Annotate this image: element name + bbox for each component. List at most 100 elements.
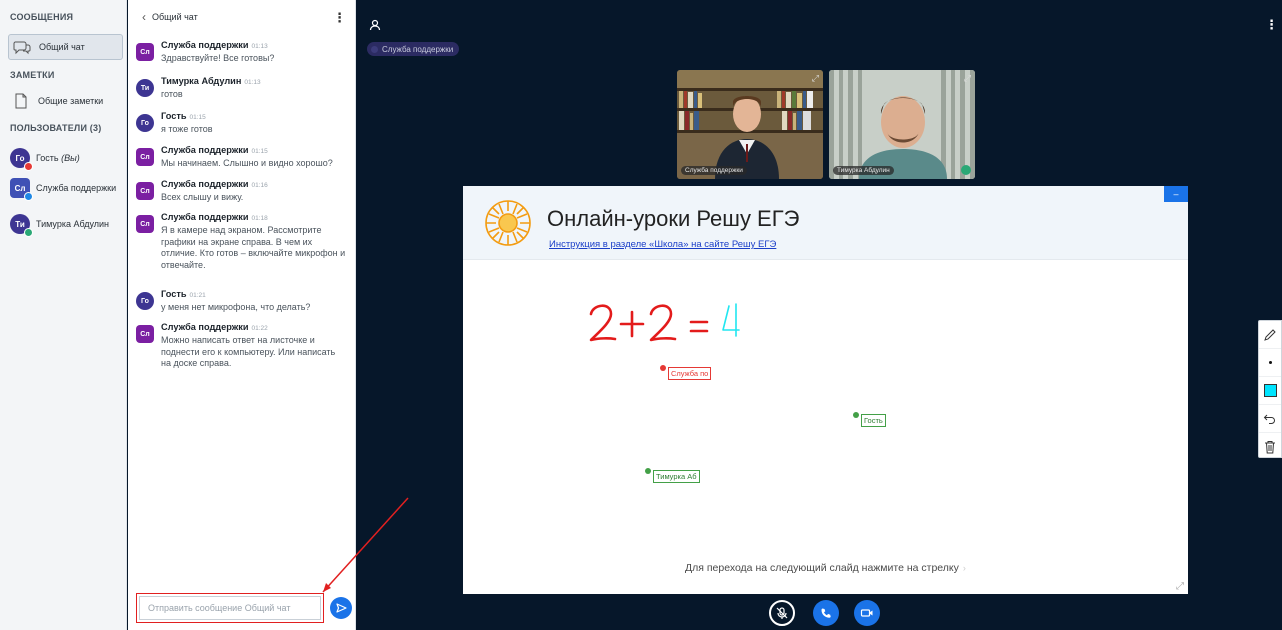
chat-message: Сл Служба поддержки 01:18 Я в камере над … — [136, 212, 352, 272]
user-list-item[interactable]: Сл Служба поддержки — [10, 176, 127, 201]
chat-message: Го Гость 01:15 я тоже готов — [136, 111, 352, 136]
avatar: Ти — [136, 79, 154, 97]
avatar: Сл — [136, 182, 154, 200]
next-slide-arrow-icon[interactable]: › — [963, 563, 966, 573]
presentation-slide[interactable]: Онлайн-уроки Решу ЕГЭ Инструкция в разде… — [463, 186, 1188, 594]
video-tile[interactable]: Служба поддержки ⤢ — [677, 70, 823, 179]
chat-panel: ‹ Общий чат ⋮ Сл Служба поддержки 01:13 З… — [128, 0, 356, 630]
message-input-highlight — [136, 593, 324, 623]
message-author: Служба поддержки — [161, 179, 249, 189]
chat-message: Сл Служба поддержки 01:16 Всех слышу и ви… — [136, 179, 352, 204]
sidebar-item-shared-notes[interactable]: Общие заметки — [8, 88, 123, 114]
phone-button[interactable] — [813, 600, 839, 626]
presenter-name: Служба поддержки — [382, 44, 454, 54]
avatar: Сл — [136, 43, 154, 61]
message-text: отличие. Кто готов – включайте микрофон … — [161, 248, 346, 259]
fullscreen-icon[interactable]: ⤢ — [1176, 581, 1184, 592]
chat-bubbles-icon — [13, 38, 31, 56]
user-list-item[interactable]: Го Гость (Вы) — [10, 146, 127, 171]
message-time: 01:13 — [244, 79, 261, 86]
cursor-label: Служба по — [668, 367, 712, 380]
chat-message: Сл Служба поддержки 01:22 Можно написать … — [136, 322, 352, 370]
trash-icon — [1265, 441, 1275, 454]
pencil-icon — [1264, 328, 1276, 341]
message-time: 01:15 — [251, 148, 268, 155]
sidebar-item-public-chat[interactable]: Общий чат — [8, 34, 123, 60]
camera-button[interactable] — [854, 600, 880, 626]
mute-microphone-button[interactable] — [769, 600, 795, 626]
clear-board-button[interactable] — [1259, 433, 1281, 461]
headphones-icon — [961, 165, 971, 175]
video-tile[interactable]: Тимурка Абдулин ⤢ — [829, 70, 975, 179]
sidebar: СООБЩЕНИЯ Общий чат ЗАМЕТКИ Общие заметк… — [0, 0, 127, 630]
message-text: Здравствуйте! Все готовы? — [161, 52, 275, 63]
more-options-icon[interactable]: ⋮ — [333, 11, 346, 24]
message-text: Всех слышу и вижу. — [161, 191, 244, 202]
user-list-item[interactable]: Ти Тимурка Абдулин — [10, 212, 127, 237]
message-time: 01:22 — [251, 325, 268, 332]
message-author: Служба поддержки — [161, 145, 249, 155]
thickness-tool-button[interactable] — [1259, 349, 1281, 377]
webcam-image — [829, 70, 975, 179]
whiteboard-toolbar — [1258, 320, 1282, 458]
undo-icon — [1263, 414, 1275, 424]
message-text: у меня нет микрофона, что делать? — [161, 301, 311, 312]
avatar: Сл — [136, 148, 154, 166]
send-icon — [336, 603, 347, 613]
expand-icon[interactable]: ⤢ — [964, 73, 971, 84]
color-picker-button[interactable] — [1259, 377, 1281, 405]
chat-title[interactable]: Общий чат — [152, 12, 198, 22]
user-name: Гость — [36, 153, 59, 163]
avatar: Сл — [136, 215, 154, 233]
presentation-area: ⋮ Служба поддержки Служба поддержки ⤢ Ти… — [357, 0, 1282, 630]
chevron-left-icon[interactable]: ‹ — [142, 10, 146, 24]
message-input[interactable] — [139, 596, 321, 620]
video-camera-icon — [860, 609, 873, 617]
cursor-pointer-icon — [645, 468, 651, 474]
cursor-label: Тимурка Аб — [653, 470, 700, 483]
message-text: Я в камере над экраном. Рассмотрите — [161, 224, 322, 235]
handwriting-drawing — [589, 303, 740, 342]
notes-icon — [12, 92, 30, 110]
message-author: Служба поддержки — [161, 40, 249, 50]
slide-header: Онлайн-уроки Решу ЕГЭ Инструкция в разде… — [463, 186, 1188, 260]
headphones-badge-icon — [24, 228, 33, 237]
color-swatch — [1263, 384, 1277, 397]
instructions-link[interactable]: Инструкция в разделе «Школа» на сайте Ре… — [549, 239, 776, 250]
message-text: графики на экране справа. В чем их — [161, 236, 313, 247]
slide-footer: Для перехода на следующий слайд нажмите … — [685, 562, 966, 574]
sidebar-item-label: Общий чат — [39, 42, 85, 52]
message-author: Служба поддержки — [161, 212, 249, 222]
notes-section-title: ЗАМЕТКИ — [10, 70, 55, 80]
expand-icon[interactable]: ⤢ — [812, 73, 819, 84]
audio-badge-icon — [24, 192, 33, 201]
message-time: 01:18 — [251, 215, 268, 222]
more-options-icon[interactable]: ⋮ — [1265, 18, 1278, 31]
presenter-pill: Служба поддержки — [367, 42, 460, 56]
pencil-tool-button[interactable] — [1259, 321, 1281, 349]
phone-icon — [821, 608, 831, 618]
chat-message: Го Гость 01:21 у меня нет микрофона, что … — [136, 289, 352, 314]
message-time: 01:16 — [251, 182, 268, 189]
user-name: Тимурка Абдулин — [36, 219, 110, 229]
minimize-presentation-button[interactable]: – — [1164, 186, 1188, 202]
video-name-label: Тимурка Абдулин — [833, 166, 894, 175]
message-text: на доске справа. — [161, 358, 232, 369]
user-name: Служба поддержки — [36, 183, 117, 193]
muted-badge-icon — [24, 162, 33, 171]
cursor-label: Гость — [861, 414, 886, 427]
thickness-dot-icon — [1268, 361, 1272, 364]
users-section-title: ПОЛЬЗОВАТЕЛИ (3) — [10, 123, 102, 133]
cursor-pointer-icon — [853, 412, 859, 418]
message-text: я тоже готов — [161, 123, 213, 134]
message-text: Можно написать ответ на листочке и — [161, 334, 315, 345]
avatar: Сл — [136, 325, 154, 343]
send-button[interactable] — [330, 597, 352, 619]
message-author: Служба поддержки — [161, 322, 249, 332]
undo-button[interactable] — [1259, 405, 1281, 433]
messages-section-title: СООБЩЕНИЯ — [10, 12, 74, 22]
avatar: Го — [10, 148, 33, 171]
avatar: Го — [136, 292, 154, 310]
user-you-suffix: (Вы) — [61, 153, 80, 163]
user-icon[interactable] — [369, 18, 381, 36]
